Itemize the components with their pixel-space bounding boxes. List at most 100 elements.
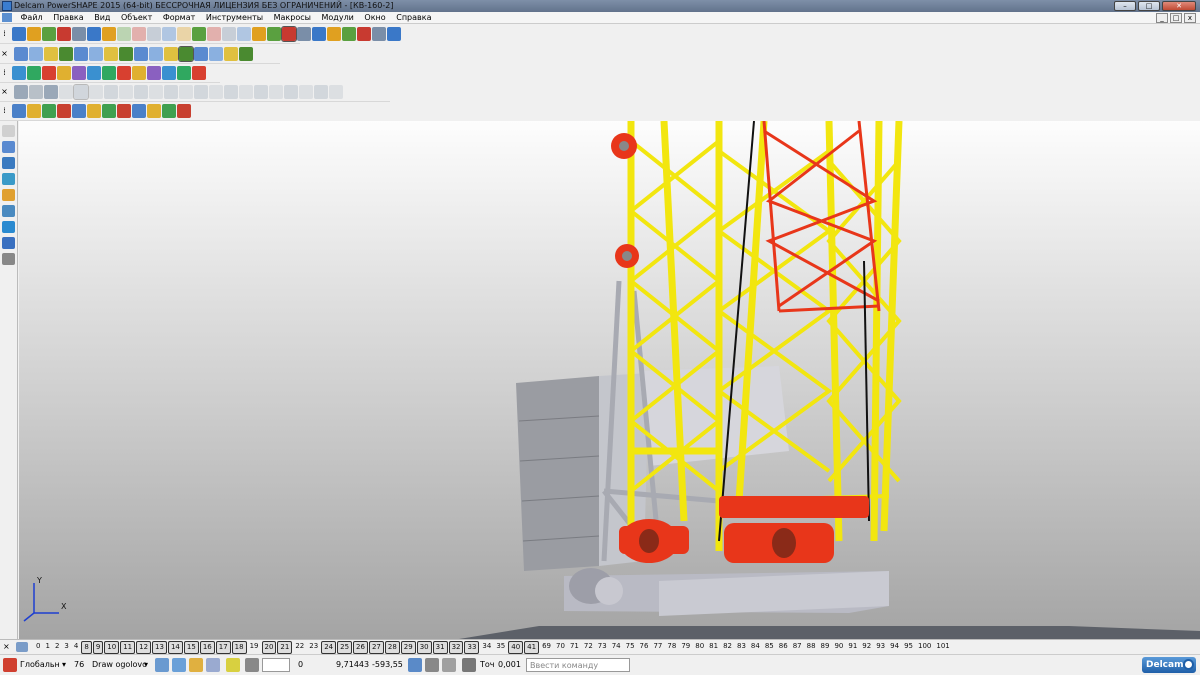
rotate-icon[interactable] [164,47,178,61]
layer-button[interactable]: 80 [693,641,706,654]
layer-button[interactable]: 95 [902,641,915,654]
new-file-icon[interactable] [12,66,26,80]
rotate-icon[interactable] [162,27,176,41]
select-arrow-icon[interactable] [2,125,15,137]
layer-button[interactable]: 74 [610,641,623,654]
layer-button[interactable]: 75 [624,641,637,654]
layer-button[interactable]: 21 [277,641,293,654]
cut-icon[interactable] [72,66,86,80]
copy-icon[interactable] [89,47,103,61]
line-icon[interactable] [281,26,297,42]
layer-button[interactable]: 16 [199,641,215,654]
menu-modules[interactable]: Модули [318,12,358,24]
layer-button[interactable]: 41 [524,641,540,654]
toolbar-grip[interactable]: ⁞ [1,105,8,117]
pan-icon[interactable] [178,46,194,62]
layer-button[interactable]: 72 [582,641,595,654]
layer-bar-close[interactable]: × [3,642,10,651]
toolbar-grip[interactable]: ⁞ [1,67,8,79]
layer-button[interactable]: 30 [416,641,432,654]
light-icon[interactable] [237,27,251,41]
dimension-icon[interactable] [387,27,401,41]
level-dropdown-icon[interactable]: ▾ [144,658,148,672]
layer-button[interactable]: 28 [384,641,400,654]
shade-icon[interactable] [224,85,238,99]
level-name[interactable]: Draw ogolovc [92,658,147,672]
arc-icon[interactable] [299,85,313,99]
snap-icon[interactable] [226,658,240,672]
rotate-icon[interactable] [162,66,176,80]
layer-button[interactable]: 0 [34,641,42,654]
save-icon[interactable] [42,66,56,80]
paste-icon[interactable] [104,47,118,61]
layer-button[interactable]: 11 [120,641,136,654]
layer-button[interactable]: 34 [480,641,493,654]
layer-button[interactable]: 18 [231,641,247,654]
cut-icon[interactable] [72,27,86,41]
toolbar-close[interactable]: × [1,48,8,60]
new-file-icon[interactable] [12,27,26,41]
layer-button[interactable]: 2 [53,641,61,654]
new-file-icon[interactable] [14,47,28,61]
layer-button[interactable]: 29 [400,641,416,654]
shade-icon[interactable] [224,47,238,61]
surface-icon[interactable] [327,27,341,41]
layers-icon[interactable] [16,642,28,652]
solid-icon[interactable] [342,27,356,41]
save-icon[interactable] [42,104,56,118]
layer-button[interactable]: 12 [136,641,152,654]
tolerance-icon[interactable] [462,658,476,672]
paste-icon[interactable] [102,27,116,41]
pan-icon[interactable] [177,104,191,118]
line-tool-icon[interactable] [2,157,15,169]
layer-button[interactable]: 20 [261,641,277,654]
zoom-icon[interactable] [149,85,163,99]
toolbar-grip[interactable]: ⁞ [1,28,8,40]
layer-button[interactable]: 35 [494,641,507,654]
open-file-icon[interactable] [27,104,41,118]
paste-icon[interactable] [102,66,116,80]
layer-button[interactable]: 91 [846,641,859,654]
new-file-icon[interactable] [12,104,26,118]
layer-button[interactable]: 26 [353,641,368,654]
cut-icon[interactable] [73,84,89,100]
select-icon[interactable] [192,66,206,80]
toolbar-close[interactable]: × [1,86,8,98]
layer-button[interactable]: 10 [104,641,120,654]
3d-viewport[interactable]: X Y [19,121,1200,639]
layer-button[interactable]: 101 [934,641,951,654]
filter-icon[interactable] [155,658,169,672]
pan-icon[interactable] [177,66,191,80]
layer-button[interactable]: 25 [337,641,353,654]
command-input[interactable]: Ввести команду [526,658,630,672]
pan-icon[interactable] [179,85,193,99]
copy-icon[interactable] [87,104,101,118]
delcam-logo[interactable]: Delcam [1142,657,1196,673]
redo-icon[interactable] [132,104,146,118]
light-icon[interactable] [239,47,253,61]
layer-button[interactable]: 89 [819,641,832,654]
workplane-selector[interactable]: Глобальн [20,658,60,672]
save-icon[interactable] [44,47,58,61]
select-icon[interactable] [192,27,206,41]
wireframe-select-icon[interactable] [2,141,15,153]
select-icon[interactable] [172,658,186,672]
undo-icon[interactable] [119,85,133,99]
light-icon[interactable] [239,85,253,99]
paste-icon[interactable] [104,85,118,99]
zoom-icon[interactable] [149,47,163,61]
print-icon[interactable] [57,66,71,80]
tool-icon[interactable] [372,27,386,41]
layer-button[interactable]: 13 [152,641,167,654]
layer-button[interactable]: 73 [596,641,609,654]
workplane-dropdown-icon[interactable]: ▾ [62,658,66,672]
quick-select-icon[interactable] [189,658,203,672]
box-icon[interactable] [267,27,281,41]
layer-button[interactable]: 85 [763,641,776,654]
menu-view[interactable]: Вид [90,12,114,24]
workplane-toggle-icon[interactable] [442,658,456,672]
layer-button[interactable]: 24 [321,641,337,654]
print-icon[interactable] [59,85,73,99]
surface-icon[interactable] [329,85,343,99]
undo-icon[interactable] [117,66,131,80]
